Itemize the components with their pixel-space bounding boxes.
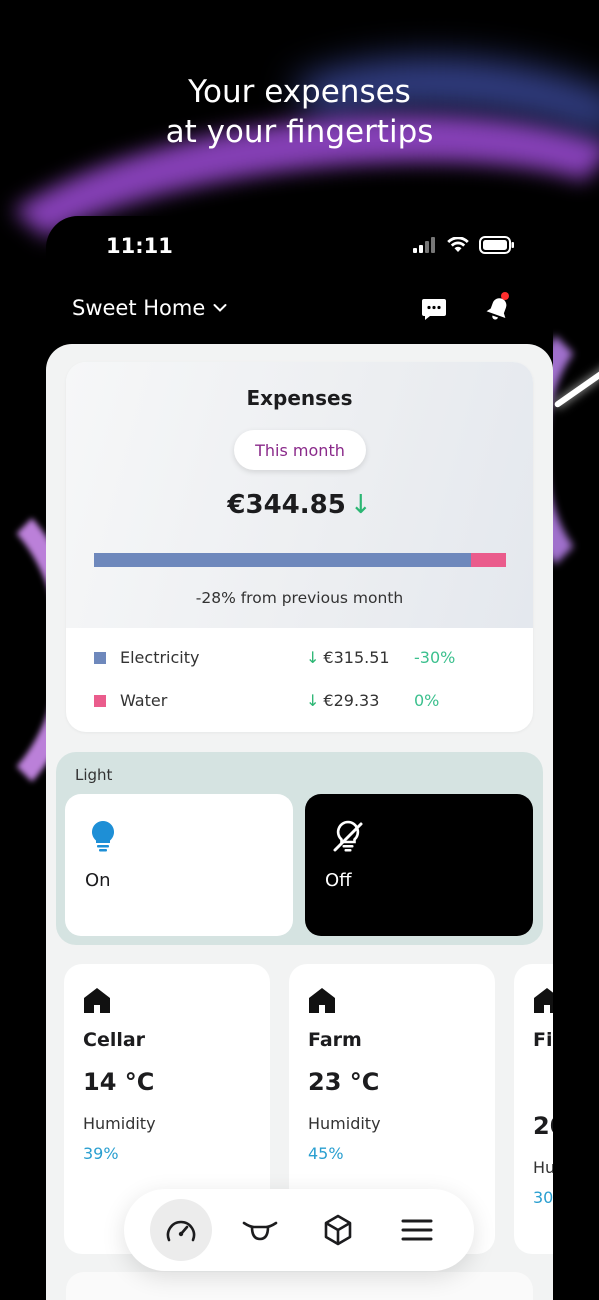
notification-dot	[501, 292, 509, 300]
room-temperature: 20 °C	[533, 1112, 553, 1140]
trend-down-icon: ↓	[306, 648, 320, 667]
promo-headline: Your expenses at your fingertips	[0, 72, 599, 152]
expenses-breakdown-bar	[94, 553, 506, 567]
expense-row-electricity: Electricity ↓ €315.51 -30%	[94, 646, 505, 670]
humidity-label: Humidity	[83, 1114, 156, 1133]
nav-tree[interactable]	[229, 1199, 291, 1261]
expense-change: 0%	[414, 691, 440, 710]
header-actions	[417, 292, 515, 326]
menu-icon	[401, 1219, 433, 1241]
humidity-label: Humidity	[533, 1158, 553, 1177]
home-name: Sweet Home	[72, 296, 206, 320]
expense-name: Electricity	[120, 648, 200, 667]
promo-line-1: Your expenses	[188, 74, 411, 110]
tree-icon	[242, 1221, 278, 1241]
battery-icon	[479, 236, 514, 254]
room-temperature: 23 °C	[308, 1068, 380, 1096]
expenses-summary: Expenses This month €344.85 ↓ -28% from p…	[66, 362, 533, 628]
electricity-bar-segment	[94, 553, 471, 567]
light-section: Light On Off	[56, 752, 543, 945]
nav-devices[interactable]	[307, 1199, 369, 1261]
content-sheet: Expenses This month €344.85 ↓ -28% from p…	[46, 344, 553, 1300]
status-bar: 11:11	[46, 232, 553, 262]
light-section-label: Light	[75, 766, 113, 784]
trend-down-icon: ↓	[349, 490, 372, 520]
phone-frame: 11:11 Sweet Home Expenses This month €34…	[46, 216, 553, 1300]
humidity-value: 45%	[308, 1144, 344, 1163]
expense-row-water: Water ↓ €29.33 0%	[94, 689, 505, 713]
water-swatch	[94, 695, 106, 707]
expense-change: -30%	[414, 648, 456, 667]
light-on-button[interactable]: On	[65, 794, 293, 936]
humidity-value: 39%	[83, 1144, 119, 1163]
home-icon	[534, 988, 553, 1013]
room-name: Farm	[308, 1029, 362, 1051]
home-selector[interactable]: Sweet Home	[72, 296, 227, 320]
next-card	[66, 1272, 533, 1300]
bottom-navigation	[124, 1189, 474, 1271]
humidity-value: 30%	[533, 1188, 553, 1207]
room-name: Cellar	[83, 1029, 146, 1051]
electricity-swatch	[94, 652, 106, 664]
notifications-button[interactable]	[481, 292, 515, 326]
period-selector-button[interactable]: This month	[234, 430, 366, 470]
top-bar: Sweet Home	[46, 292, 553, 332]
dashboard-icon	[166, 1220, 196, 1242]
box-icon	[324, 1214, 352, 1246]
home-icon	[84, 988, 110, 1013]
room-temperature: 14 °C	[83, 1068, 155, 1096]
wifi-icon	[447, 237, 469, 252]
light-off-button[interactable]: Off	[305, 794, 533, 936]
light-off-label: Off	[325, 870, 352, 891]
signal-icon	[413, 237, 435, 253]
room-name: First Storey	[533, 1029, 553, 1051]
light-on-label: On	[85, 870, 111, 891]
nav-menu[interactable]	[386, 1199, 448, 1261]
lightbulb-off-icon	[333, 820, 363, 852]
status-time: 11:11	[106, 234, 173, 258]
expense-amount: ↓ €29.33	[306, 691, 379, 710]
messages-button[interactable]	[417, 292, 451, 326]
water-bar-segment	[470, 553, 506, 567]
chevron-down-icon	[213, 304, 227, 312]
home-icon	[309, 988, 335, 1013]
bell-icon	[486, 298, 507, 320]
expense-name: Water	[120, 691, 168, 710]
expense-amount-value: €29.33	[323, 691, 380, 710]
expense-amount: ↓ €315.51	[306, 648, 390, 667]
expense-amount-value: €315.51	[323, 648, 390, 667]
trend-down-icon: ↓	[306, 691, 320, 710]
lightbulb-icon	[91, 821, 115, 852]
expenses-total: €344.85 ↓	[66, 490, 533, 520]
nav-dashboard[interactable]	[150, 1199, 213, 1261]
room-card-first-storey[interactable]: First Storey 20 °C Humidity 30%	[514, 964, 553, 1254]
expenses-total-value: €344.85	[227, 490, 346, 520]
promo-line-2: at your fingertips	[165, 114, 434, 150]
expenses-title: Expenses	[246, 386, 353, 410]
expenses-change-text: -28% from previous month	[195, 589, 404, 607]
chat-icon	[422, 299, 446, 320]
status-icons	[413, 236, 515, 254]
expenses-card[interactable]: Expenses This month €344.85 ↓ -28% from p…	[66, 362, 533, 732]
humidity-label: Humidity	[308, 1114, 381, 1133]
